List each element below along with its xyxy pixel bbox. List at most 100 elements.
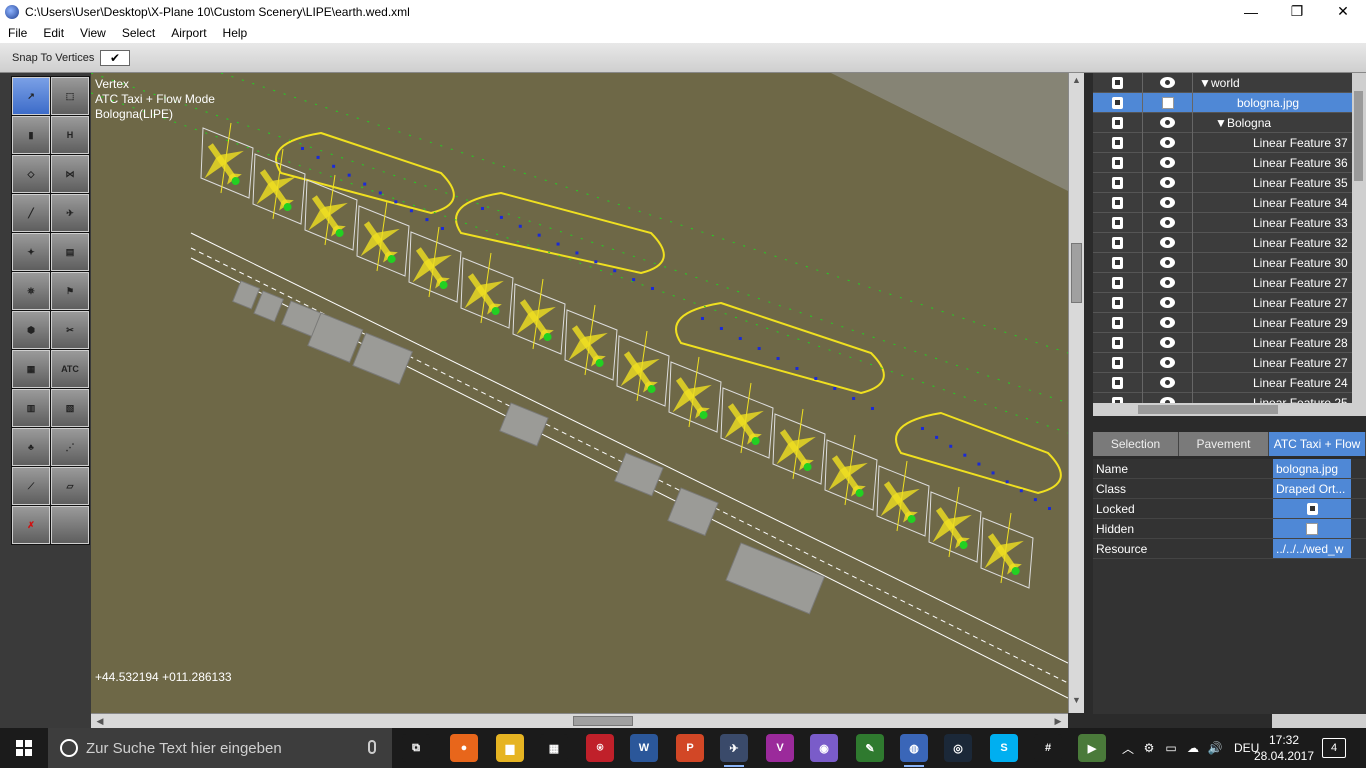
tree-row[interactable]: Linear Feature 34: [1093, 192, 1352, 213]
tool-app-icon[interactable]: ✎: [856, 734, 884, 762]
tree-row[interactable]: Linear Feature 35: [1093, 172, 1352, 193]
lock-toggle[interactable]: [1093, 73, 1143, 93]
atc-route-tool-icon[interactable]: ✂: [51, 311, 89, 349]
tower-tool-icon[interactable]: ⛯: [12, 272, 50, 310]
lock-toggle[interactable]: [1093, 112, 1143, 133]
lock-toggle[interactable]: [1093, 172, 1143, 193]
visibility-toggle[interactable]: [1143, 192, 1193, 213]
light-tool-icon[interactable]: ✦: [12, 233, 50, 271]
scroll-down-arrow-icon[interactable]: ▼: [1071, 695, 1082, 709]
lock-toggle[interactable]: [1093, 192, 1143, 213]
app-a-icon[interactable]: ⍟: [586, 734, 614, 762]
visibility-toggle[interactable]: [1143, 132, 1193, 153]
tree-row[interactable]: Linear Feature 25: [1093, 392, 1352, 403]
draped-polygon-tool-icon[interactable]: ▱: [51, 467, 89, 505]
lock-toggle[interactable]: [1093, 352, 1143, 373]
tree-row[interactable]: bologna.jpg: [1093, 92, 1352, 113]
steam-icon[interactable]: ◎: [944, 734, 972, 762]
taskbar-search-box[interactable]: Zur Suche Text hier eingeben: [48, 728, 392, 768]
lock-toggle[interactable]: [1093, 332, 1143, 353]
object-tool-icon[interactable]: ▥: [12, 389, 50, 427]
visibility-toggle[interactable]: [1143, 212, 1193, 233]
task-view-icon[interactable]: ⧉: [402, 734, 430, 762]
word-icon[interactable]: W: [630, 734, 658, 762]
cat-app-icon[interactable]: ◉: [810, 734, 838, 762]
taskbar-clock[interactable]: 17:32 28.04.2017: [1252, 732, 1316, 764]
tree-row[interactable]: Linear Feature 24: [1093, 372, 1352, 393]
map-horizontal-scrollbar[interactable]: ◀ ▶: [91, 713, 1068, 728]
tree-horizontal-scrollbar[interactable]: [1093, 403, 1366, 416]
expand-triangle-icon[interactable]: ▼: [1199, 76, 1211, 90]
tab-selection[interactable]: Selection: [1093, 432, 1179, 456]
visibility-toggle[interactable]: [1143, 352, 1193, 373]
tree-horizontal-scroll-thumb[interactable]: [1138, 405, 1278, 414]
tree-row[interactable]: Linear Feature 32: [1093, 232, 1352, 253]
tab-pavement[interactable]: Pavement: [1179, 432, 1269, 456]
menu-edit[interactable]: Edit: [35, 26, 72, 40]
firefox-icon[interactable]: ●: [450, 734, 478, 762]
blank-tool-icon[interactable]: [51, 506, 89, 544]
tray-volume-icon[interactable]: 🔊: [1204, 741, 1226, 755]
menu-file[interactable]: File: [0, 26, 35, 40]
visibility-toggle[interactable]: [1143, 332, 1193, 353]
tree-row[interactable]: Linear Feature 27: [1093, 292, 1352, 313]
lock-toggle[interactable]: [1093, 372, 1143, 393]
expand-triangle-icon[interactable]: ▼: [1215, 116, 1227, 130]
visibility-toggle[interactable]: [1143, 272, 1193, 293]
runway-tool-icon[interactable]: ▮: [12, 116, 50, 154]
forest-point-tool-icon[interactable]: ▧: [51, 389, 89, 427]
powerpoint-icon[interactable]: P: [676, 734, 704, 762]
visibility-toggle[interactable]: [1143, 292, 1193, 313]
maximize-button[interactable]: ❐: [1274, 0, 1320, 23]
visibility-toggle[interactable]: [1143, 372, 1193, 393]
snap-to-vertices-checkbox[interactable]: ✔: [100, 50, 130, 66]
exclusion-tool-icon[interactable]: ✗: [12, 506, 50, 544]
skype-icon[interactable]: S: [990, 734, 1018, 762]
lock-toggle[interactable]: [1093, 92, 1143, 113]
lock-toggle[interactable]: [1093, 392, 1143, 403]
map-vertical-scroll-thumb[interactable]: [1071, 243, 1082, 303]
atc-tool-icon[interactable]: ATC: [51, 350, 89, 388]
tree-row[interactable]: ▼ Bologna: [1093, 112, 1352, 133]
tree-row[interactable]: Linear Feature 36: [1093, 152, 1352, 173]
tree-row[interactable]: ▼ world: [1093, 73, 1352, 93]
forest-tool-icon[interactable]: ♣: [12, 428, 50, 466]
visibility-toggle[interactable]: [1143, 232, 1193, 253]
visibility-toggle[interactable]: [1143, 152, 1193, 173]
lock-toggle[interactable]: [1093, 212, 1143, 233]
facade-tool-icon[interactable]: ▦: [12, 350, 50, 388]
game-icon[interactable]: ✈: [720, 734, 748, 767]
property-resource-value[interactable]: ../../../wed_w: [1273, 539, 1351, 558]
tree-row[interactable]: Linear Feature 37: [1093, 132, 1352, 153]
notification-center-icon[interactable]: 4: [1322, 738, 1346, 758]
helipad-tool-icon[interactable]: H: [51, 116, 89, 154]
taxiline-tool-icon[interactable]: ╱: [12, 194, 50, 232]
tree-vertical-scroll-thumb[interactable]: [1354, 91, 1363, 181]
tray-battery-icon[interactable]: ▭: [1160, 741, 1182, 755]
lock-toggle[interactable]: [1093, 152, 1143, 173]
pane-divider[interactable]: [1084, 73, 1093, 728]
visibility-toggle[interactable]: [1143, 92, 1193, 113]
visibility-toggle[interactable]: [1143, 312, 1193, 333]
ramp-start-tool-icon[interactable]: ✈: [51, 194, 89, 232]
visibility-toggle[interactable]: [1143, 73, 1193, 93]
tray-settings-icon[interactable]: ⚙: [1138, 741, 1160, 755]
menu-airport[interactable]: Airport: [163, 26, 214, 40]
tree-row[interactable]: Linear Feature 33: [1093, 212, 1352, 233]
lock-toggle[interactable]: [1093, 292, 1143, 313]
marquee-tool-icon[interactable]: ⬚: [51, 77, 89, 115]
tree-row[interactable]: Linear Feature 30: [1093, 252, 1352, 273]
visibility-toggle[interactable]: [1143, 172, 1193, 193]
lock-toggle[interactable]: [1093, 132, 1143, 153]
properties-horizontal-scrollbar[interactable]: [1272, 714, 1366, 728]
hidden-checkbox[interactable]: [1306, 522, 1318, 535]
media-app-icon[interactable]: ▶: [1078, 734, 1106, 762]
vertex-tool-icon[interactable]: ↗: [12, 77, 50, 115]
taxiway-tool-icon[interactable]: ◇: [12, 155, 50, 193]
menu-help[interactable]: Help: [215, 26, 256, 40]
start-button[interactable]: [0, 728, 48, 768]
property-hidden-value[interactable]: [1273, 519, 1351, 538]
polygon-tool-icon[interactable]: ⟋: [12, 467, 50, 505]
store-icon[interactable]: ▦: [540, 734, 568, 762]
lock-toggle[interactable]: [1093, 252, 1143, 273]
